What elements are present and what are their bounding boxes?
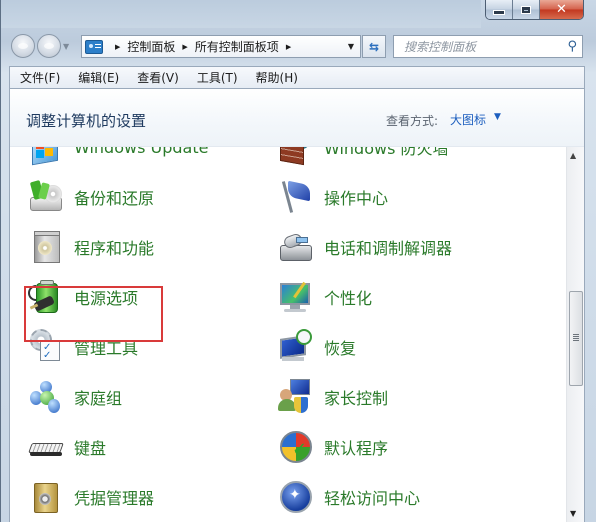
search-icon[interactable]: ⚲ [567,39,577,54]
page-title: 调整计算机的设置 [26,112,147,130]
address-dropdown-button[interactable]: ▼ [342,42,360,51]
caption-buttons: ✕ [485,0,584,20]
credential-manager-icon [28,479,64,515]
item-programs-features[interactable]: 程序和功能 [28,225,154,269]
homegroup-icon [28,379,64,415]
title-bar [1,0,481,28]
item-action-center[interactable]: 操作中心 [278,175,388,219]
scrollbar-thumb[interactable] [569,291,583,386]
view-by-dropdown[interactable]: 大图标 [450,111,486,128]
personalization-icon [278,279,314,315]
window-frame: ✕ ▼ ▶ 控制面板 ▶ 所有控制面板项 ▶ ▼ ⇆ 搜索控制面板 ⚲ 文件(F… [0,0,596,522]
chevron-down-icon[interactable]: ▼ [494,112,501,122]
refresh-button[interactable]: ⇆ [362,35,386,58]
control-panel-items: Windows Update 备份和还原 程序和功能 电源选项 ✓ ✓ 管理工具… [10,147,566,522]
back-button[interactable] [11,34,35,58]
item-parental-controls[interactable]: 家长控制 [278,375,388,419]
item-windows-update[interactable]: Windows Update [28,147,208,169]
item-default-programs[interactable]: ✓ 默认程序 [278,425,388,469]
recovery-icon [278,329,314,365]
item-credential-manager[interactable]: 凭据管理器 [28,475,154,519]
minimize-button[interactable] [486,0,513,19]
view-by-label: 查看方式: [386,114,439,128]
breadcrumb-separator-icon[interactable]: ▶ [182,43,187,51]
item-firewall[interactable]: Windows 防火墙 [278,147,449,169]
control-panel-icon [85,39,103,54]
item-label: 轻松访问中心 [324,489,421,508]
close-icon: ✕ [556,2,567,17]
item-label: 备份和还原 [74,189,155,208]
item-label: 键盘 [74,439,107,458]
menu-view[interactable]: 查看(V) [127,69,187,86]
refresh-icon: ⇆ [368,39,380,54]
grip-icon [573,334,579,335]
breadcrumb-all-items[interactable]: 所有控制面板项 [195,38,279,55]
item-label: 个性化 [324,289,373,308]
navigation-buttons: ▼ [11,32,72,60]
item-label: 电话和调制解调器 [324,239,453,258]
vertical-scrollbar[interactable]: ▲ ▼ [566,147,584,522]
item-recovery[interactable]: 恢复 [278,325,356,369]
backup-restore-icon [28,179,64,215]
maximize-button[interactable] [513,0,540,19]
scroll-up-arrow-icon[interactable]: ▲ [570,151,576,160]
item-label: 操作中心 [324,189,389,208]
address-bar[interactable]: ▶ 控制面板 ▶ 所有控制面板项 ▶ ▼ [81,35,361,58]
item-label: 家庭组 [74,389,123,408]
item-label: 默认程序 [324,439,389,458]
recent-pages-dropdown[interactable]: ▼ [63,42,69,51]
highlight-annotation [24,286,163,342]
item-personalization[interactable]: 个性化 [278,275,372,319]
menu-help[interactable]: 帮助(H) [246,69,306,86]
programs-features-icon [28,229,64,265]
item-label: Windows Update [74,147,209,157]
forward-button[interactable] [37,34,61,58]
menu-edit[interactable]: 编辑(E) [68,69,127,86]
menu-file[interactable]: 文件(F) [10,69,68,86]
menu-tools[interactable]: 工具(T) [187,69,246,86]
item-label: Windows 防火墙 [324,147,449,158]
menu-bar: 文件(F) 编辑(E) 查看(V) 工具(T) 帮助(H) [9,66,585,88]
minimize-icon [493,10,505,15]
phone-modem-icon [278,229,314,265]
breadcrumb-separator-icon[interactable]: ▶ [286,43,291,51]
breadcrumb-separator-icon[interactable]: ▶ [115,43,120,51]
windows-update-icon [28,147,64,166]
scroll-down-arrow-icon[interactable]: ▼ [570,509,576,518]
item-phone-modem[interactable]: 电话和调制解调器 [278,225,452,269]
content-header: 调整计算机的设置 查看方式: 大图标 ▼ [10,89,584,147]
item-backup-restore[interactable]: 备份和还原 [28,175,154,219]
item-homegroup[interactable]: 家庭组 [28,375,122,419]
maximize-icon [521,5,531,14]
default-programs-icon: ✓ [278,429,314,465]
close-button[interactable]: ✕ [540,0,583,19]
item-ease-of-access[interactable]: ✦ 轻松访问中心 [278,475,420,519]
parental-controls-icon [278,379,314,415]
item-label: 恢复 [324,339,357,358]
keyboard-icon [28,429,64,465]
ease-of-access-icon: ✦ [278,479,314,515]
item-label: 程序和功能 [74,239,155,258]
content-pane: 调整计算机的设置 查看方式: 大图标 ▼ Windows Update 备份和还… [9,88,585,522]
breadcrumb-control-panel[interactable]: 控制面板 [127,38,175,55]
firewall-icon [278,147,314,166]
item-label: 凭据管理器 [74,489,155,508]
item-label: 家长控制 [324,389,389,408]
search-placeholder: 搜索控制面板 [404,40,477,54]
action-center-flag-icon [278,179,314,215]
item-keyboard[interactable]: 键盘 [28,425,106,469]
search-input[interactable]: 搜索控制面板 ⚲ [393,35,583,58]
